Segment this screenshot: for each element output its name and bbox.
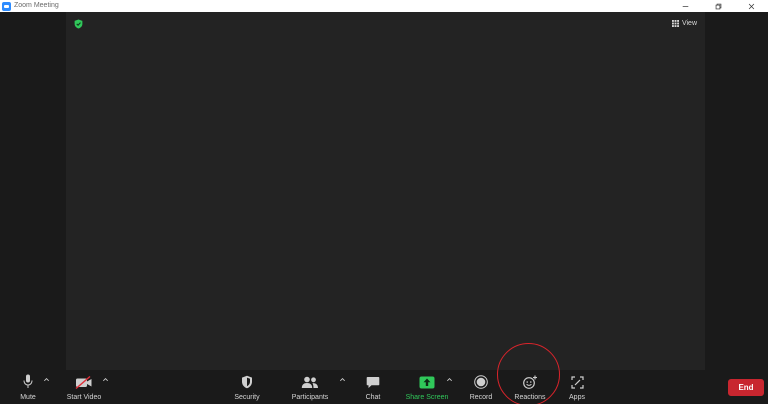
record-label: Record (469, 394, 493, 401)
grid-icon (671, 19, 679, 27)
minimize-icon (682, 5, 689, 7)
mute-label: Mute (20, 394, 36, 401)
microphone-icon (23, 374, 33, 388)
window-title: Zoom Meeting (14, 2, 59, 9)
video-options-chevron-up-icon[interactable] (102, 376, 109, 383)
zoom-logo-icon (2, 1, 11, 11)
close-button[interactable] (735, 0, 768, 12)
apps-label: Apps (569, 394, 585, 401)
share-screen-icon (419, 376, 435, 389)
chat-label: Chat (365, 394, 381, 401)
start-video-label: Start Video (66, 394, 102, 401)
video-off-icon (75, 376, 92, 389)
mute-options-chevron-up-icon[interactable] (43, 376, 50, 383)
mute-button[interactable]: Mute (14, 370, 42, 404)
people-icon (301, 376, 318, 388)
chat-bubble-icon (366, 377, 380, 388)
start-video-button[interactable]: Start Video (62, 370, 106, 404)
meeting-toolbar: Mute Start Video Security Participants C… (0, 370, 768, 404)
restore-icon (715, 3, 722, 9)
participants-options-chevron-up-icon[interactable] (339, 376, 346, 383)
shield-icon (242, 375, 252, 389)
smiley-plus-icon (523, 375, 537, 389)
end-meeting-button[interactable]: End (728, 379, 764, 396)
view-label: View (681, 19, 697, 27)
security-button[interactable]: Security (230, 370, 264, 404)
reactions-label: Reactions (514, 394, 546, 401)
reactions-button[interactable]: Reactions (510, 370, 550, 404)
window-controls (669, 0, 768, 12)
record-icon (474, 375, 488, 389)
share-screen-label: Share Screen (405, 394, 449, 401)
minimize-button[interactable] (669, 0, 702, 12)
view-button[interactable]: View (671, 17, 697, 29)
security-label: Security (234, 394, 260, 401)
close-icon (748, 3, 755, 9)
chat-button[interactable]: Chat (360, 370, 386, 404)
participants-label: Participants (291, 394, 329, 401)
meeting-stage: View (66, 12, 705, 370)
share-options-chevron-up-icon[interactable] (446, 376, 453, 383)
restore-button[interactable] (702, 0, 735, 12)
apps-icon (570, 376, 584, 389)
record-button[interactable]: Record (466, 370, 496, 404)
participants-button[interactable]: Participants (288, 370, 332, 404)
shield-check-icon[interactable] (74, 19, 83, 29)
zoom-window: Zoom Meeting View Mute Start Video Secur… (0, 0, 768, 404)
apps-button[interactable]: Apps (564, 370, 590, 404)
share-screen-button[interactable]: Share Screen (403, 370, 451, 404)
title-bar: Zoom Meeting (0, 0, 768, 12)
